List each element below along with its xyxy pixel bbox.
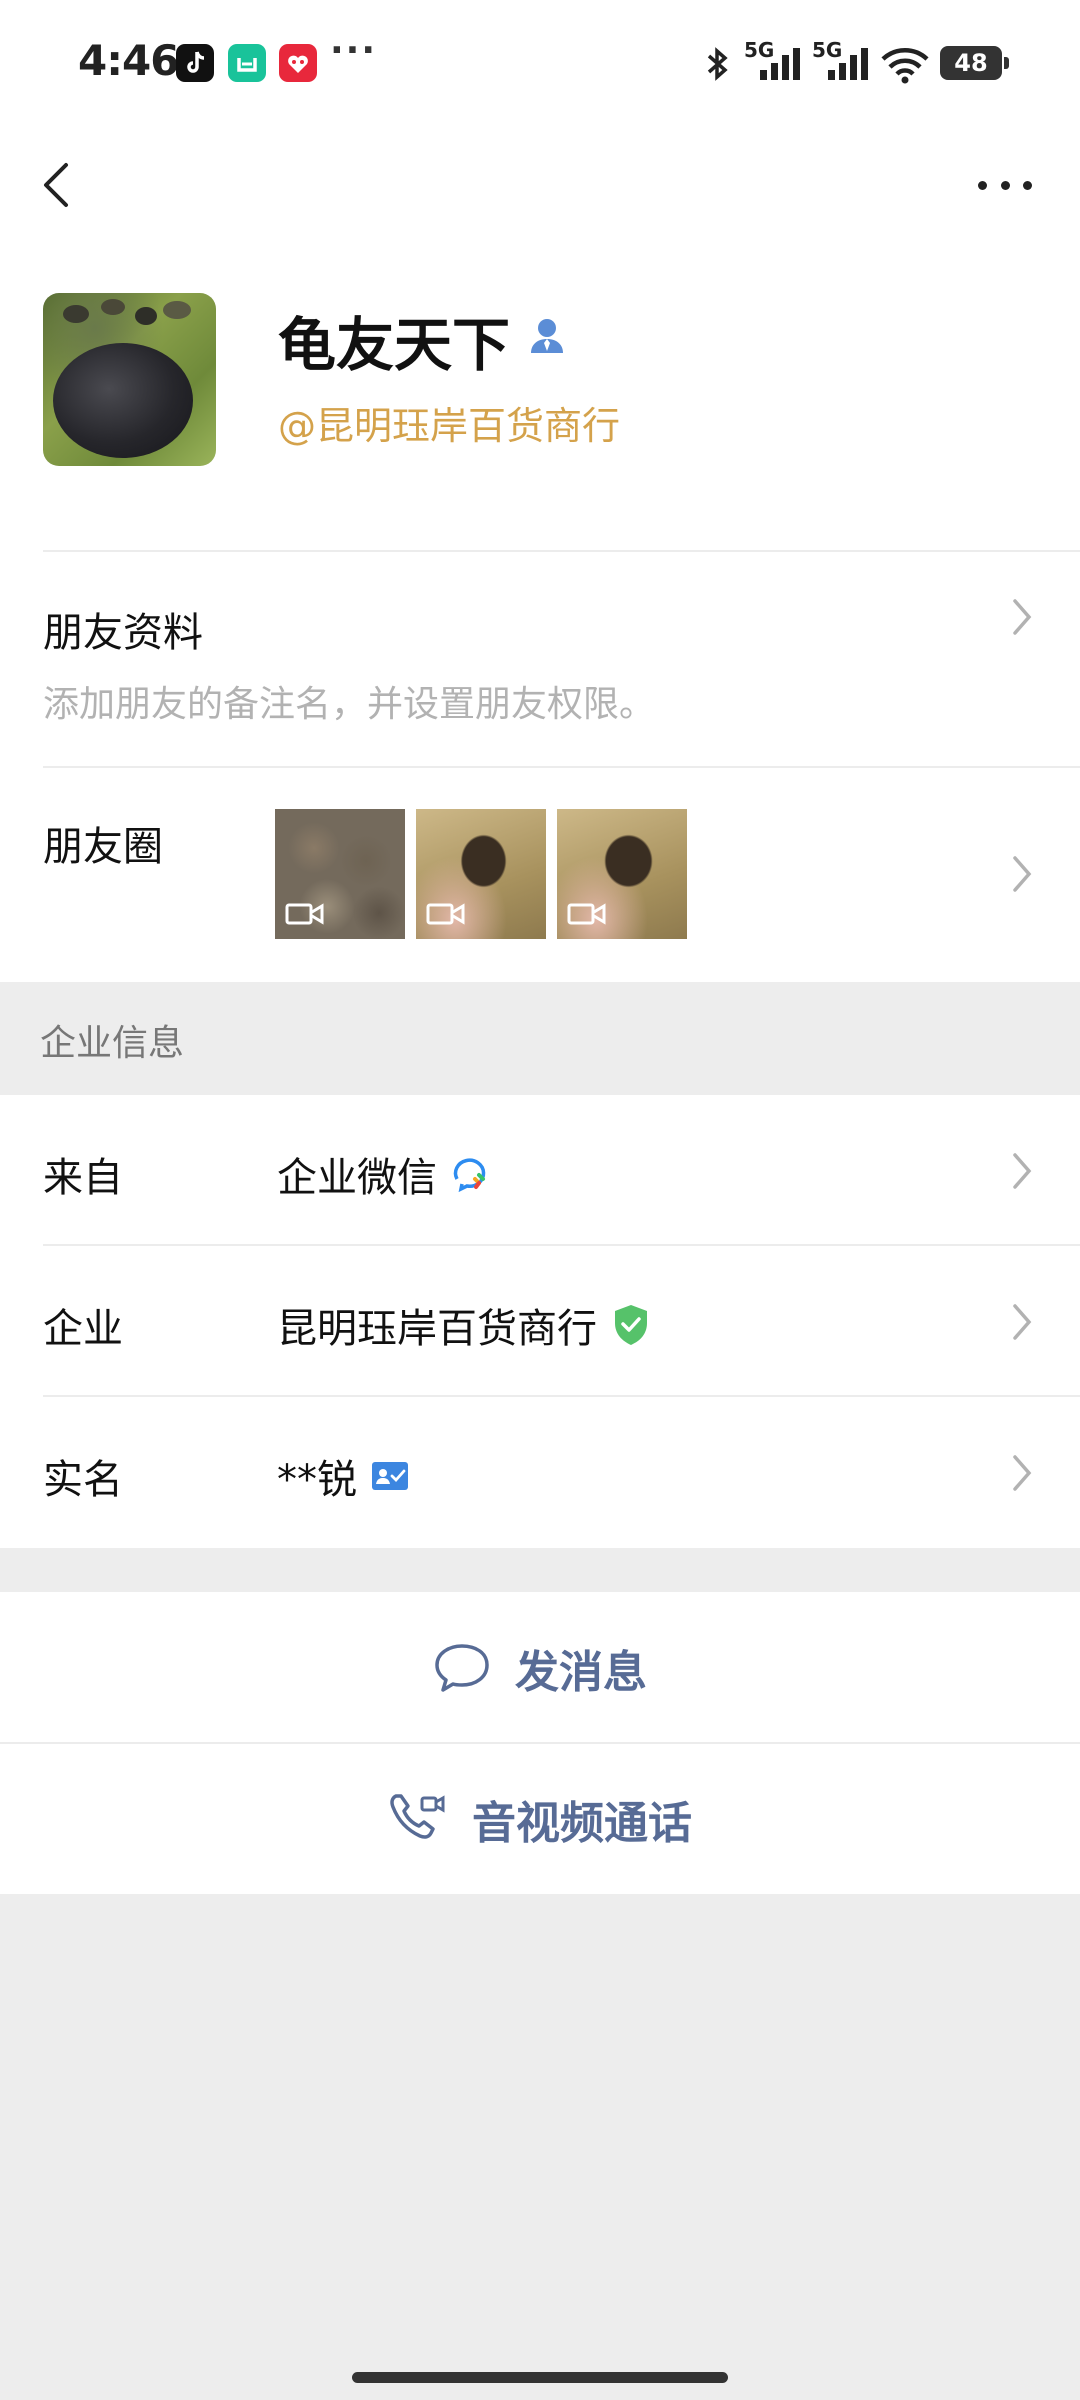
info-label: 实名 bbox=[43, 1457, 123, 1503]
profile-header: 龟友天下 @昆明珏岸百货商行 bbox=[0, 245, 1080, 550]
send-message-button[interactable]: 发消息 bbox=[0, 1592, 1080, 1743]
divider bbox=[43, 550, 1080, 552]
more-dots-icon bbox=[978, 180, 987, 190]
phone-video-icon bbox=[390, 1793, 445, 1839]
nickname: 龟友天下 bbox=[278, 311, 511, 379]
chevron-right-icon bbox=[1010, 1300, 1036, 1344]
org-tag[interactable]: @昆明珏岸百货商行 bbox=[278, 395, 620, 450]
friend-profile-subtitle: 添加朋友的备注名，并设置朋友权限。 bbox=[43, 684, 656, 725]
chat-bubble-icon bbox=[435, 1643, 489, 1692]
status-overflow-dots: ··· bbox=[330, 30, 378, 71]
verified-shield-icon bbox=[615, 1305, 647, 1345]
moments-title: 朋友圈 bbox=[43, 824, 163, 870]
info-label: 来自 bbox=[43, 1155, 123, 1201]
enterprise-section-header: 企业信息 bbox=[0, 982, 1080, 1095]
moments-thumb bbox=[416, 809, 546, 939]
info-row-source[interactable]: 来自 企业微信 bbox=[0, 1095, 1080, 1246]
moments-row[interactable]: 朋友圈 bbox=[0, 766, 1080, 982]
chevron-left-icon bbox=[44, 163, 68, 207]
enterprise-info: 来自 企业微信 企业 昆明珏岸百货商行 实名 **锐 bbox=[0, 1095, 1080, 1548]
signal-icon-2 bbox=[826, 46, 872, 82]
friend-profile-title: 朋友资料 bbox=[43, 610, 203, 656]
wifi-icon bbox=[880, 46, 930, 84]
nav-bar bbox=[0, 125, 1080, 245]
mi-home-icon bbox=[228, 44, 266, 82]
info-value: 企业微信 bbox=[277, 1155, 437, 1201]
video-camera-icon bbox=[567, 903, 606, 925]
tiktok-icon bbox=[176, 44, 214, 82]
friend-profile-row[interactable]: 朋友资料 添加朋友的备注名，并设置朋友权限。 bbox=[0, 550, 1080, 766]
status-time: 4:46 bbox=[78, 36, 179, 85]
av-call-button[interactable]: 音视频通话 bbox=[0, 1743, 1080, 1894]
heart-app-icon bbox=[279, 44, 317, 82]
person-icon bbox=[525, 313, 569, 357]
battery-icon: 48 bbox=[940, 46, 1009, 80]
info-value: **锐 bbox=[277, 1457, 357, 1503]
chevron-right-icon bbox=[1010, 595, 1036, 639]
avatar[interactable] bbox=[43, 293, 216, 466]
moments-thumb bbox=[557, 809, 687, 939]
home-indicator[interactable] bbox=[352, 2372, 728, 2383]
signal-icon bbox=[758, 46, 804, 82]
info-label: 企业 bbox=[43, 1306, 123, 1352]
section-title: 企业信息 bbox=[40, 1023, 185, 1064]
id-card-icon bbox=[372, 1462, 408, 1490]
moments-thumb bbox=[275, 809, 405, 939]
wecom-icon bbox=[453, 1158, 486, 1193]
chevron-right-icon bbox=[1010, 852, 1036, 896]
info-row-real-name[interactable]: 实名 **锐 bbox=[0, 1397, 1080, 1548]
status-bar: 4:46 ··· 5G 5G 48 bbox=[0, 0, 1080, 125]
actions-panel: 发消息 音视频通话 bbox=[0, 1592, 1080, 1894]
info-row-enterprise[interactable]: 企业 昆明珏岸百货商行 bbox=[0, 1246, 1080, 1397]
more-button[interactable] bbox=[970, 165, 1040, 205]
back-button[interactable] bbox=[30, 155, 90, 215]
divider bbox=[43, 766, 1080, 768]
send-message-label: 发消息 bbox=[515, 1646, 647, 1698]
chevron-right-icon bbox=[1010, 1451, 1036, 1495]
bluetooth-icon bbox=[702, 44, 732, 84]
video-camera-icon bbox=[426, 903, 465, 925]
video-camera-icon bbox=[285, 903, 324, 925]
av-call-label: 音视频通话 bbox=[472, 1797, 692, 1849]
chevron-right-icon bbox=[1010, 1149, 1036, 1193]
info-value: 昆明珏岸百货商行 bbox=[277, 1306, 597, 1352]
